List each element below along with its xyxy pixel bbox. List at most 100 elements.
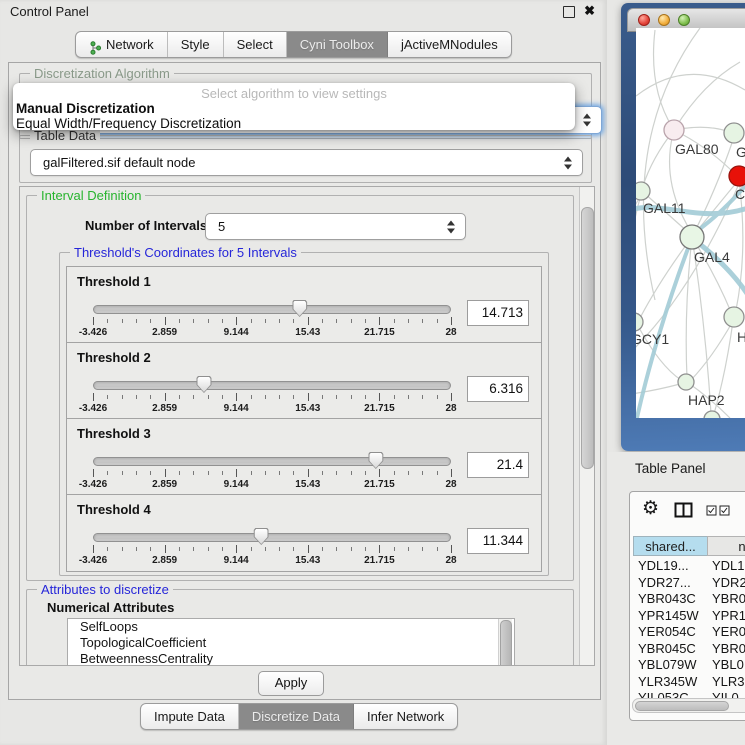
threshold-3-slider[interactable]: -3.426 2.859 9.144 15.43 21.715 28 (93, 455, 451, 491)
slider-tick-labels: -3.426 2.859 9.144 15.43 21.715 28 (93, 327, 451, 338)
tab-network[interactable]: Network (76, 32, 168, 57)
tick-label: 21.715 (364, 555, 395, 566)
cell[interactable]: YBR0 (712, 591, 745, 608)
zoom-traffic-light[interactable] (678, 14, 690, 26)
close-traffic-light[interactable] (638, 14, 650, 26)
cell[interactable]: YDR27... (638, 575, 704, 592)
scrollbar-thumb[interactable] (635, 701, 729, 711)
tick-label: 2.859 (152, 403, 177, 414)
tick-label: 9.144 (224, 403, 249, 414)
node-gal11 (636, 182, 650, 200)
network-canvas[interactable]: GAL80 GAL11 GAL4 GCY1 HAP2 GA C H (636, 28, 745, 418)
float-window-icon[interactable] (563, 6, 575, 18)
tab-impute-data-label: Impute Data (154, 704, 225, 729)
slider-ticks (93, 393, 451, 402)
slider-thumb[interactable] (368, 452, 383, 469)
tick-label: 21.715 (364, 479, 395, 490)
slider-thumb[interactable] (292, 300, 307, 317)
cell[interactable]: YBR045C (638, 641, 704, 658)
attributes-list-scrollbar[interactable] (498, 619, 512, 666)
tab-cyni-toolbox[interactable]: Cyni Toolbox (287, 32, 388, 57)
scrollbar-thumb[interactable] (581, 207, 594, 469)
dropdown-option-equal-width-frequency[interactable]: Equal Width/Frequency Discretization (13, 116, 575, 130)
slider-track[interactable] (93, 533, 451, 542)
table-horizontal-scrollbar[interactable] (632, 698, 745, 713)
node-gal80 (664, 120, 684, 140)
threshold-2-value-field[interactable]: 6.316 (467, 376, 529, 402)
dropdown-option-manual-discretization[interactable]: Manual Discretization (13, 101, 575, 116)
interval-definition-group: Interval Definition Number of Intervals … (26, 195, 574, 581)
cell[interactable]: YDL19... (638, 558, 704, 575)
threshold-4-value-field[interactable]: 11.344 (467, 528, 529, 554)
network-graph: GAL80 GAL11 GAL4 GCY1 HAP2 GA C H (636, 28, 745, 418)
table-row[interactable]: YBR045C YBR0 (630, 641, 745, 658)
threshold-1-slider[interactable]: -3.426 2.859 9.144 15.43 21.715 28 (93, 303, 451, 339)
list-item[interactable]: BetweennessCentrality (68, 651, 514, 666)
cell[interactable]: YBL0 (712, 657, 744, 674)
cell[interactable]: YBR043C (638, 591, 704, 608)
cell[interactable]: YER0 (712, 624, 745, 641)
table-row[interactable]: YDL19... YDL1 (630, 558, 745, 575)
cell[interactable]: YLR3 (712, 674, 745, 691)
tab-infer-network[interactable]: Infer Network (354, 704, 457, 729)
select-columns-icon[interactable] (706, 505, 730, 516)
threshold-4-slider[interactable]: -3.426 2.859 9.144 15.43 21.715 28 (93, 531, 451, 567)
node-gal4 (680, 225, 704, 249)
attributes-to-discretize-group: Attributes to discretize Numerical Attri… (26, 589, 574, 666)
apply-button[interactable]: Apply (258, 671, 324, 696)
column-header-shared-name[interactable]: shared... (633, 536, 708, 556)
table-row[interactable]: YLR345W YLR3 (630, 674, 745, 691)
scrollbar-thumb[interactable] (500, 620, 512, 666)
table-row[interactable]: YDR27... YDR2 (630, 575, 745, 592)
numerical-attributes-label: Numerical Attributes (47, 600, 174, 615)
node-label: GCY1 (636, 331, 669, 347)
table-data-combobox[interactable]: galFiltered.sif default node (30, 149, 583, 176)
list-item[interactable]: TopologicalCoefficient (68, 635, 514, 651)
slider-track[interactable] (93, 381, 451, 390)
slider-tick-labels: -3.426 2.859 9.144 15.43 21.715 28 (93, 479, 451, 490)
cell[interactable]: YPR1 (712, 608, 745, 625)
threshold-3-panel: Threshold 3 -3.426 2.859 9.144 15.43 (66, 418, 542, 496)
table-row[interactable]: YER054C YER0 (630, 624, 745, 641)
tab-jactivemnodules[interactable]: jActiveMNodules (388, 32, 511, 57)
slider-thumb[interactable] (254, 528, 269, 545)
cell[interactable]: YPR145W (638, 608, 704, 625)
numerical-attributes-list[interactable]: SelfLoops TopologicalCoefficient Between… (67, 618, 515, 666)
algorithm-dropdown-popup: Select algorithm to view settings Manual… (13, 83, 575, 130)
threshold-1-value-field[interactable]: 14.713 (467, 300, 529, 326)
control-panel-titlebar: Control Panel ✖ (0, 0, 607, 22)
tab-select[interactable]: Select (224, 32, 287, 57)
cell[interactable]: YER054C (638, 624, 704, 641)
tab-discretize-data[interactable]: Discretize Data (239, 704, 354, 729)
attributes-group-title: Attributes to discretize (37, 582, 173, 597)
tab-style[interactable]: Style (168, 32, 224, 57)
cell[interactable]: YDR2 (712, 575, 745, 592)
threshold-3-label: Threshold 3 (77, 426, 151, 441)
table-row[interactable]: YPR145W YPR1 (630, 608, 745, 625)
cell[interactable]: YDL1 (712, 558, 745, 575)
threshold-4-panel: Threshold 4 -3.426 2.859 9.144 15.43 (66, 494, 542, 572)
minimize-traffic-light[interactable] (658, 14, 670, 26)
combo-arrows-icon (447, 220, 456, 233)
cell[interactable]: YBR0 (712, 641, 745, 658)
slider-track[interactable] (93, 305, 451, 314)
split-columns-icon[interactable] (674, 502, 693, 523)
list-item[interactable]: SelfLoops (68, 619, 514, 635)
threshold-2-slider[interactable]: -3.426 2.859 9.144 15.43 21.715 28 (93, 379, 451, 415)
node-h (724, 307, 744, 327)
column-header-name[interactable]: n (707, 536, 745, 556)
slider-thumb[interactable] (196, 376, 211, 393)
tab-impute-data[interactable]: Impute Data (141, 704, 239, 729)
gear-icon[interactable]: ⚙ (642, 497, 659, 520)
number-of-intervals-combobox[interactable]: 5 (205, 213, 466, 240)
close-icon[interactable]: ✖ (584, 3, 595, 19)
threshold-3-value-field[interactable]: 21.4 (467, 452, 529, 478)
table-row[interactable]: YBR043C YBR0 (630, 591, 745, 608)
table-row[interactable]: YBL079W YBL0 (630, 657, 745, 674)
cell[interactable]: YLR345W (638, 674, 704, 691)
slider-track[interactable] (93, 457, 451, 466)
tick-label: 28 (445, 479, 456, 490)
tick-label: 28 (445, 555, 456, 566)
settings-vertical-scrollbar[interactable] (579, 187, 594, 665)
cell[interactable]: YBL079W (638, 657, 704, 674)
